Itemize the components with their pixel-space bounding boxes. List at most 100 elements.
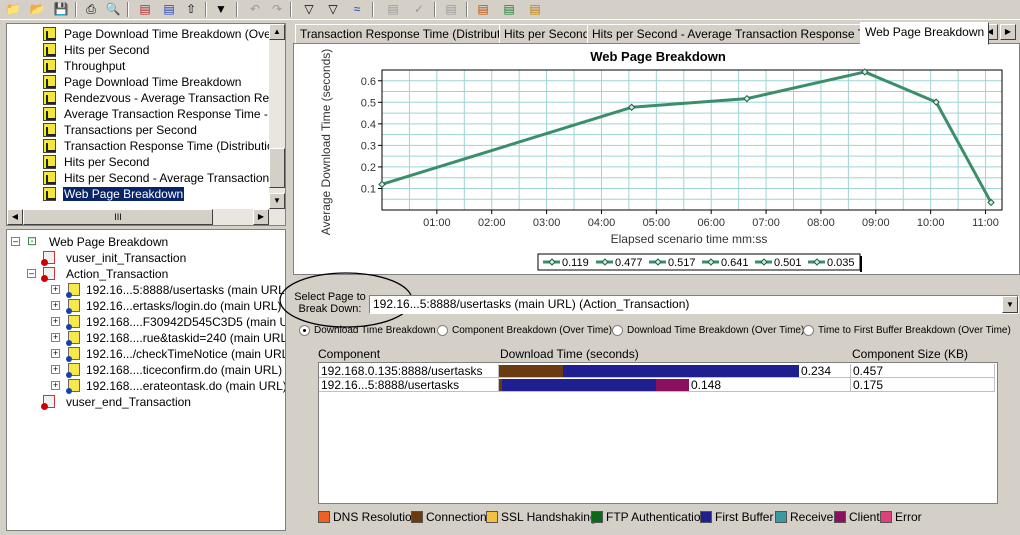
graph-list-label: Hits per Second xyxy=(64,43,150,57)
x-tick-label: 11:00 xyxy=(972,217,999,229)
word-icon[interactable]: ▤ xyxy=(526,1,544,18)
y-tick-label: 0.6 xyxy=(361,76,376,88)
graph-list-pane: Page Download Time Breakdown (Over Tir H… xyxy=(6,23,286,226)
radio-dot[interactable] xyxy=(299,325,310,336)
size-cell: 0.457 xyxy=(851,364,995,378)
tab-web-page-breakdown[interactable]: Web Page Breakdown xyxy=(860,22,990,45)
table-row[interactable]: 192.168.0.135:8888/usertasks 0.234 0.457 xyxy=(319,364,995,378)
radio-label: Download Time Breakdown xyxy=(314,325,436,336)
size-cell: 0.175 xyxy=(851,378,995,392)
tree-node-label: vuser_init_Transaction xyxy=(66,251,187,265)
open-file-icon[interactable]: 📂 xyxy=(28,1,46,18)
graph-list-label: Average Transaction Response Time - Run xyxy=(64,107,286,121)
legend-value-label: 0.641 xyxy=(721,257,749,269)
expand-icon[interactable]: + xyxy=(51,381,60,390)
radio-dot[interactable] xyxy=(437,325,448,336)
bar-segment-client xyxy=(656,379,689,391)
graph-tabs: Transaction Response Time (Distribution)… xyxy=(293,22,1020,45)
collapse-icon[interactable]: – xyxy=(27,269,36,278)
print-preview-icon[interactable]: 🔍 xyxy=(104,1,122,18)
legend-label: Client xyxy=(849,510,880,524)
filter-graph-icon[interactable]: ▽ xyxy=(324,1,342,18)
x-tick-label: 04:00 xyxy=(588,217,616,229)
graph-icon xyxy=(43,75,56,89)
redo-icon[interactable]: ↷ xyxy=(268,1,286,18)
undo-icon[interactable]: ↶ xyxy=(246,1,264,18)
x-tick-label: 01:00 xyxy=(423,217,451,229)
chart-series xyxy=(378,68,995,207)
merge-graph-icon[interactable]: ▤ xyxy=(160,1,178,18)
scroll-right-icon[interactable]: ▶ xyxy=(253,209,269,225)
graph-list-label: Web Page Breakdown xyxy=(63,187,185,201)
print-icon[interactable]: ⎙ xyxy=(82,1,100,18)
page-icon xyxy=(66,331,80,346)
legend-label: DNS Resolution xyxy=(333,510,419,524)
expand-icon[interactable]: + xyxy=(51,285,60,294)
page-icon xyxy=(66,379,80,394)
scroll-left-icon[interactable]: ◀ xyxy=(7,209,23,225)
page-icon xyxy=(66,315,80,330)
chevron-down-icon[interactable]: ▼ xyxy=(1002,296,1018,313)
scroll-thumb[interactable] xyxy=(269,148,285,188)
graph-icon xyxy=(43,43,56,57)
column-header-download-time: Download Time (seconds) xyxy=(500,347,639,361)
expand-icon[interactable]: + xyxy=(51,365,60,374)
page-select-dropdown[interactable]: 192.16...5:8888/usertasks (main URL) (Ac… xyxy=(369,295,1019,314)
scroll-up-icon[interactable]: ▲ xyxy=(269,24,285,40)
page-icon xyxy=(66,299,80,314)
tab-scroll-right-icon[interactable]: ▶ xyxy=(1000,24,1016,40)
analyze-icon[interactable]: ▤ xyxy=(384,1,402,18)
transaction-icon xyxy=(41,267,55,282)
graph-icon xyxy=(43,171,56,185)
save-icon[interactable]: 💾 xyxy=(52,1,70,18)
scroll-thumb[interactable]: III xyxy=(23,209,213,225)
page-icon xyxy=(66,347,80,362)
bar-segment-connection xyxy=(499,365,563,377)
tab-hits-per-second-avg-response[interactable]: Hits per Second - Average Transaction Re… xyxy=(587,24,889,44)
column-header-component: Component xyxy=(318,347,381,361)
tree-root-label: Web Page Breakdown xyxy=(49,235,169,249)
x-tick-label: 07:00 xyxy=(752,217,780,229)
tab-transaction-response-time-distribution[interactable]: Transaction Response Time (Distribution) xyxy=(295,24,526,44)
download-time-value: 0.148 xyxy=(691,378,722,392)
expand-icon[interactable]: + xyxy=(51,333,60,342)
open-folder-icon[interactable]: 📁 xyxy=(4,1,22,18)
collapse-icon[interactable]: – xyxy=(11,237,20,246)
toolbar-separator xyxy=(127,2,129,17)
graph-list-label: Transactions per Second xyxy=(64,123,197,137)
tree-node-label: Action_Transaction xyxy=(66,267,169,281)
scroll-down-icon[interactable]: ▼ xyxy=(269,193,285,209)
page-icon xyxy=(66,363,80,378)
graph-icon xyxy=(43,187,56,201)
radio-dot[interactable] xyxy=(612,325,623,336)
y-tick-label: 0.3 xyxy=(361,140,376,152)
report-icon[interactable]: ▤ xyxy=(474,1,492,18)
horizontal-scrollbar[interactable]: ◀ III ▶ xyxy=(7,209,285,225)
notes-icon[interactable]: ▤ xyxy=(442,1,460,18)
filter-icon[interactable]: ▼ xyxy=(212,1,230,18)
x-tick-label: 03:00 xyxy=(533,217,561,229)
expand-icon[interactable]: + xyxy=(51,301,60,310)
select-page-label: Select Page to Break Down: xyxy=(294,291,366,315)
radio-label: Download Time Breakdown (Over Time) xyxy=(627,325,805,336)
transaction-icon xyxy=(41,395,55,410)
toolbar-separator xyxy=(466,2,468,17)
expand-icon[interactable]: + xyxy=(51,349,60,358)
y-tick-label: 0.5 xyxy=(361,97,376,109)
vertical-scrollbar[interactable]: ▲ ▼ xyxy=(269,24,285,209)
excel-icon[interactable]: ▤ xyxy=(500,1,518,18)
drill-icon[interactable]: ✓ xyxy=(410,1,428,18)
x-tick-label: 08:00 xyxy=(807,217,835,229)
expand-icon[interactable]: + xyxy=(51,317,60,326)
tree-node-label: 192.168....rue&taskid=240 (main URL) xyxy=(86,331,286,345)
clear-filter-icon[interactable]: ▽ xyxy=(300,1,318,18)
table-row[interactable]: 192.16...5:8888/usertasks 0.148 0.175 xyxy=(319,378,995,392)
add-graph-icon[interactable]: ▤ xyxy=(136,1,154,18)
toolbar-separator xyxy=(236,2,238,17)
tree-node-label: vuser_end_Transaction xyxy=(66,395,191,409)
compare-icon[interactable]: ≈ xyxy=(348,1,366,18)
radio-dot[interactable] xyxy=(803,325,814,336)
export-icon[interactable]: ⇧ xyxy=(182,1,200,18)
tab-hits-per-second[interactable]: Hits per Second xyxy=(499,24,595,44)
legend-label: Connection xyxy=(426,510,487,524)
